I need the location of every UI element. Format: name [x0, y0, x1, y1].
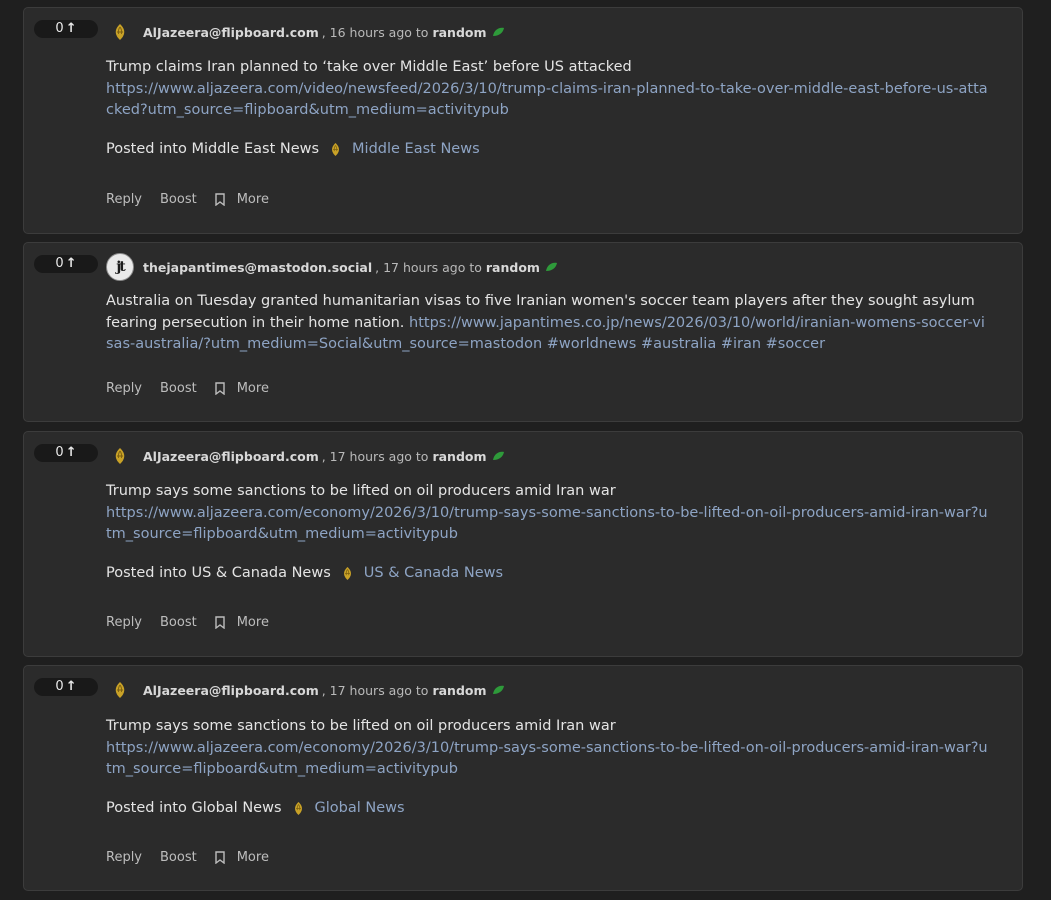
more-button[interactable]: More: [237, 381, 269, 396]
reply-button[interactable]: Reply: [106, 615, 142, 630]
posted-community-link[interactable]: Global News: [315, 800, 405, 816]
post-card: 0 ↑ jt thejapantimes@mastodon.social , 17…: [23, 242, 1023, 422]
posted-community-link[interactable]: US & Canada News: [364, 565, 503, 581]
more-button[interactable]: More: [237, 615, 269, 630]
leaf-icon: [492, 27, 505, 37]
leaf-icon: [545, 262, 558, 272]
aljazeera-logo-icon[interactable]: [106, 442, 134, 470]
vote-count: 0: [55, 21, 64, 36]
post-time: , 17 hours ago to: [321, 448, 429, 464]
post-time: , 17 hours ago to: [321, 682, 429, 698]
bookmark-icon[interactable]: [215, 193, 225, 206]
post-body: Australia on Tuesday granted humanitaria…: [106, 291, 992, 356]
boost-button[interactable]: Boost: [160, 192, 197, 207]
bookmark-icon[interactable]: [215, 382, 225, 395]
aljazeera-logo-icon[interactable]: [106, 676, 134, 704]
post-actions: Reply Boost More: [106, 192, 287, 207]
japantimes-avatar[interactable]: jt: [106, 253, 134, 281]
post-title: Trump says some sanctions to be lifted o…: [106, 483, 616, 499]
reply-button[interactable]: Reply: [106, 381, 142, 396]
vote-button[interactable]: 0 ↑: [34, 444, 98, 462]
post-title: Trump claims Iran planned to ‘take over …: [106, 59, 632, 75]
leaf-icon: [492, 451, 505, 461]
post-url-link[interactable]: https://www.aljazeera.com/economy/2026/3…: [106, 505, 988, 543]
post-header: jt thejapantimes@mastodon.social , 17 ho…: [106, 253, 558, 281]
post-header: AlJazeera@flipboard.com , 16 hours ago t…: [106, 18, 505, 46]
author-link[interactable]: AlJazeera@flipboard.com: [143, 25, 319, 40]
arrow-up-icon: ↑: [65, 679, 77, 694]
post-title: Trump says some sanctions to be lifted o…: [106, 718, 616, 734]
post-card: 0 ↑ AlJazeera@flipboard.com , 16 hours ag…: [23, 7, 1023, 234]
more-button[interactable]: More: [237, 192, 269, 207]
post-header: AlJazeera@flipboard.com , 17 hours ago t…: [106, 676, 505, 704]
author-link[interactable]: AlJazeera@flipboard.com: [143, 683, 319, 698]
author-link[interactable]: thejapantimes@mastodon.social: [143, 260, 372, 275]
vote-count: 0: [55, 679, 64, 694]
reply-button[interactable]: Reply: [106, 192, 142, 207]
posted-into: Posted into US & Canada News US & Canada…: [106, 565, 503, 581]
post-card: 0 ↑ AlJazeera@flipboard.com , 17 hours ag…: [23, 665, 1023, 891]
post-body: Trump claims Iran planned to ‘take over …: [106, 57, 992, 122]
post-actions: Reply Boost More: [106, 381, 287, 396]
posted-into: Posted into Global News Global News: [106, 800, 405, 816]
posted-into-label: Posted into US & Canada News: [106, 565, 331, 581]
hashtags[interactable]: #worldnews #australia #iran #soccer: [547, 336, 825, 352]
arrow-up-icon: ↑: [65, 445, 77, 460]
boost-button[interactable]: Boost: [160, 850, 197, 865]
post-url-link[interactable]: https://www.aljazeera.com/video/newsfeed…: [106, 81, 988, 119]
post-actions: Reply Boost More: [106, 850, 287, 865]
vote-button[interactable]: 0 ↑: [34, 255, 98, 273]
community-link[interactable]: random: [432, 449, 486, 464]
author-link[interactable]: AlJazeera@flipboard.com: [143, 449, 319, 464]
community-link[interactable]: random: [432, 25, 486, 40]
post-url-link[interactable]: https://www.aljazeera.com/economy/2026/3…: [106, 740, 988, 778]
post-card: 0 ↑ AlJazeera@flipboard.com , 17 hours ag…: [23, 431, 1023, 657]
vote-button[interactable]: 0 ↑: [34, 678, 98, 696]
vote-button[interactable]: 0 ↑: [34, 20, 98, 38]
vote-count: 0: [55, 256, 64, 271]
reply-button[interactable]: Reply: [106, 850, 142, 865]
boost-button[interactable]: Boost: [160, 615, 197, 630]
post-time: , 16 hours ago to: [321, 24, 429, 40]
more-button[interactable]: More: [237, 850, 269, 865]
bookmark-icon[interactable]: [215, 616, 225, 629]
posted-into: Posted into Middle East News Middle East…: [106, 141, 480, 157]
bookmark-icon[interactable]: [215, 851, 225, 864]
community-link[interactable]: random: [432, 683, 486, 698]
aljazeera-logo-icon: [292, 801, 305, 816]
aljazeera-logo-icon: [329, 142, 342, 157]
posted-community-link[interactable]: Middle East News: [352, 141, 480, 157]
post-header: AlJazeera@flipboard.com , 17 hours ago t…: [106, 442, 505, 470]
vote-count: 0: [55, 445, 64, 460]
post-body: Trump says some sanctions to be lifted o…: [106, 716, 992, 781]
post-body: Trump says some sanctions to be lifted o…: [106, 481, 992, 546]
arrow-up-icon: ↑: [65, 21, 77, 36]
arrow-up-icon: ↑: [65, 256, 77, 271]
community-link[interactable]: random: [486, 260, 540, 275]
posted-into-label: Posted into Global News: [106, 800, 282, 816]
post-time: , 17 hours ago to: [375, 259, 482, 275]
aljazeera-logo-icon[interactable]: [106, 18, 134, 46]
post-actions: Reply Boost More: [106, 615, 287, 630]
posted-into-label: Posted into Middle East News: [106, 141, 320, 157]
boost-button[interactable]: Boost: [160, 381, 197, 396]
aljazeera-logo-icon: [341, 566, 354, 581]
leaf-icon: [492, 685, 505, 695]
